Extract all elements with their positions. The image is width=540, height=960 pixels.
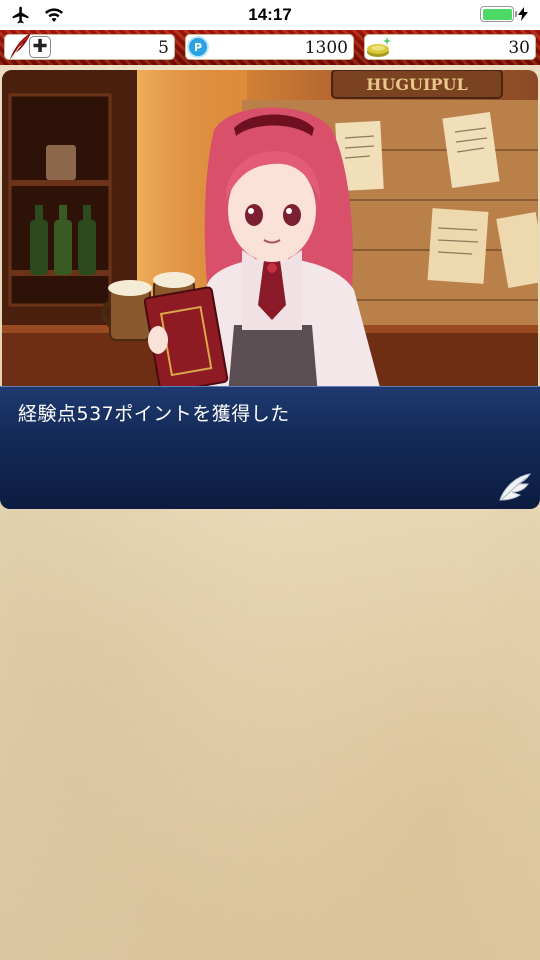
tavern-sign-text: HUGUIPUL [366, 75, 467, 94]
tavern-scene: HUGUIPUL [2, 70, 538, 395]
airplane-icon [12, 6, 29, 24]
status-right [480, 6, 528, 22]
scene-illustration: HUGUIPUL [2, 70, 538, 395]
stamina-value: 5 [158, 38, 169, 58]
charging-bolt-icon [518, 7, 528, 21]
battery-icon [480, 6, 517, 22]
resource-bar: ✚ 5 P 1300 30 [0, 30, 540, 65]
clock-time: 14:17 [248, 5, 292, 24]
points-icon: P [187, 36, 209, 58]
coins-counter: 30 [364, 34, 536, 60]
add-stamina-button[interactable]: ✚ [29, 36, 51, 58]
status-left [10, 5, 64, 25]
points-value: 1300 [304, 38, 348, 58]
wing-advance-icon[interactable] [498, 472, 532, 502]
status-bar: 14:17 [0, 0, 540, 30]
coins-value: 30 [508, 38, 530, 58]
dialog-message: 経験点537ポイントを獲得した [18, 403, 290, 425]
points-counter: P 1300 [185, 34, 354, 60]
stamina-counter: ✚ 5 [4, 32, 175, 61]
wifi-icon [45, 8, 63, 22]
coin-stack-icon [367, 37, 391, 57]
message-dialog[interactable]: 経験点537ポイントを獲得した [0, 386, 540, 509]
